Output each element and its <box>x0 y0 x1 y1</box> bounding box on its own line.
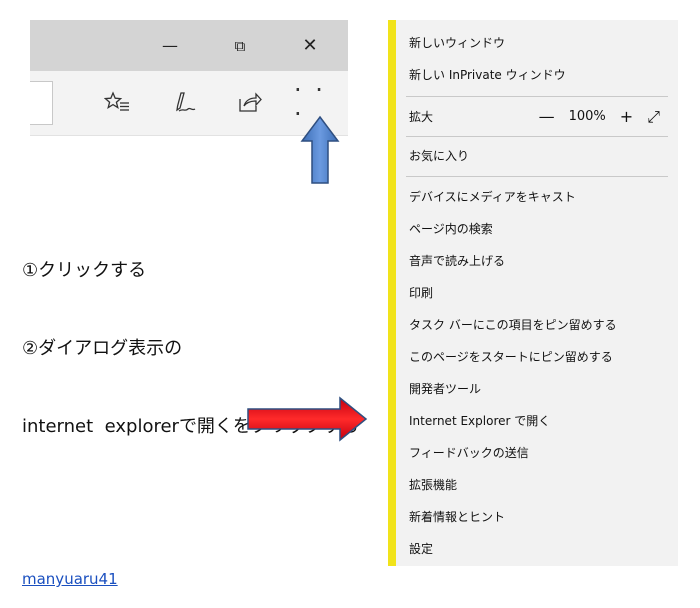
zoom-value: 100% <box>568 109 606 124</box>
menu-divider <box>406 96 668 97</box>
instruction-step-2: ②ダイアログ表示の <box>22 338 183 359</box>
menu-item-new-inprivate-window[interactable]: 新しい InPrivate ウィンドウ <box>409 60 668 90</box>
minimize-icon: — <box>162 36 178 55</box>
menu-item-open-with-ie[interactable]: Internet Explorer で開く <box>409 406 668 436</box>
favorites-button[interactable] <box>97 81 137 123</box>
menu-item-extensions[interactable]: 拡張機能 <box>409 470 668 500</box>
close-icon: ✕ <box>302 35 318 56</box>
zoom-out-button[interactable]: — <box>539 102 555 132</box>
up-arrow-icon <box>300 115 340 184</box>
menu-item-new-window[interactable]: 新しいウィンドウ <box>409 28 668 58</box>
menu-item-find-on-page[interactable]: ページ内の検索 <box>409 214 668 244</box>
menu-item-whats-new-and-tips[interactable]: 新着情報とヒント <box>409 502 668 532</box>
more-menu: 新しいウィンドウ 新しい InPrivate ウィンドウ 拡大 — 100% +… <box>388 20 678 566</box>
menu-item-cast-media[interactable]: デバイスにメディアをキャスト <box>409 182 668 212</box>
menu-item-pin-to-taskbar[interactable]: タスク バーにこの項目をピン留めする <box>409 310 668 340</box>
restore-icon: ⧉ <box>234 36 246 55</box>
close-button[interactable]: ✕ <box>280 20 340 71</box>
menu-item-read-aloud[interactable]: 音声で読み上げる <box>409 246 668 276</box>
menu-item-print[interactable]: 印刷 <box>409 278 668 308</box>
instruction-step-1: ①クリックする <box>22 260 147 281</box>
right-arrow-icon <box>247 396 368 442</box>
zoom-controls: — 100% + ⤢ <box>539 102 660 132</box>
zoom-in-button[interactable]: + <box>620 102 633 132</box>
manyuaru-link[interactable]: manyuaru41 <box>22 570 118 588</box>
address-bar[interactable] <box>30 81 53 125</box>
share-button[interactable] <box>230 81 270 123</box>
minimize-button[interactable]: — <box>140 20 200 71</box>
restore-button[interactable]: ⧉ <box>210 20 270 71</box>
menu-divider <box>406 136 668 137</box>
title-bar: — ⧉ ✕ <box>30 20 348 71</box>
pen-icon <box>176 92 196 112</box>
menu-item-settings[interactable]: 設定 <box>409 534 668 564</box>
menu-item-pin-to-start[interactable]: このページをスタートにピン留めする <box>409 342 668 372</box>
star-list-icon <box>104 91 129 111</box>
share-icon <box>239 92 262 112</box>
menu-item-favorites[interactable]: お気に入り <box>409 141 668 171</box>
zoom-label: 拡大 <box>409 110 434 124</box>
web-notes-button[interactable] <box>165 81 205 123</box>
fullscreen-icon[interactable]: ⤢ <box>647 102 660 132</box>
menu-item-developer-tools[interactable]: 開発者ツール <box>409 374 668 404</box>
menu-divider <box>406 176 668 177</box>
menu-item-zoom: 拡大 — 100% + ⤢ <box>409 102 668 132</box>
menu-item-send-feedback[interactable]: フィードバックの送信 <box>409 438 668 468</box>
